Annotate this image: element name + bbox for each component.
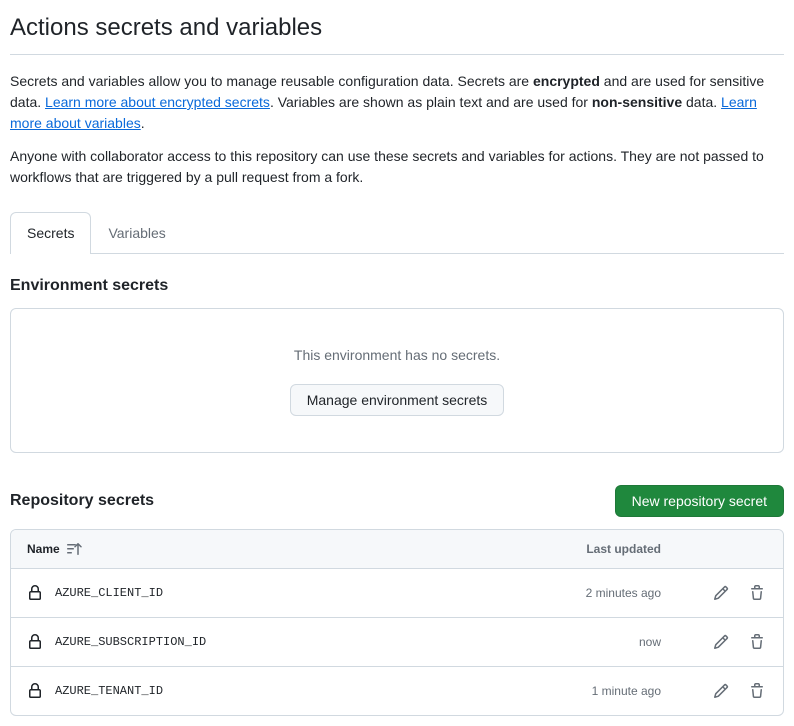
trash-icon xyxy=(749,634,765,650)
page-title: Actions secrets and variables xyxy=(10,10,784,55)
delete-button[interactable] xyxy=(747,632,767,652)
edit-button[interactable] xyxy=(711,632,731,652)
desc-paragraph-2: Anyone with collaborator access to this … xyxy=(10,146,784,188)
delete-button[interactable] xyxy=(747,583,767,603)
environment-empty-text: This environment has no secrets. xyxy=(27,345,767,366)
lock-icon xyxy=(27,634,43,650)
environment-secrets-heading: Environment secrets xyxy=(10,274,784,298)
pencil-icon xyxy=(713,634,729,650)
manage-environment-secrets-button[interactable]: Manage environment secrets xyxy=(290,384,505,416)
edit-button[interactable] xyxy=(711,681,731,701)
column-header-updated: Last updated xyxy=(507,540,677,558)
repository-secrets-heading: Repository secrets xyxy=(10,489,154,513)
column-header-name[interactable]: Name xyxy=(27,540,507,558)
environment-panel: This environment has no secrets. Manage … xyxy=(10,308,784,453)
sort-icon xyxy=(66,541,82,557)
pencil-icon xyxy=(713,683,729,699)
lock-icon xyxy=(27,585,43,601)
desc-text: . Variables are shown as plain text and … xyxy=(270,94,592,110)
secret-name: AZURE_TENANT_ID xyxy=(55,682,163,700)
lock-icon xyxy=(27,683,43,699)
desc-text: Secrets and variables allow you to manag… xyxy=(10,73,533,89)
secret-name: AZURE_SUBSCRIPTION_ID xyxy=(55,633,206,651)
tabs-container: Secrets Variables xyxy=(10,212,784,254)
secret-updated: 1 minute ago xyxy=(507,682,677,700)
desc-text: data. xyxy=(682,94,721,110)
secret-updated: now xyxy=(507,633,677,651)
table-row: AZURE_TENANT_ID 1 minute ago xyxy=(11,667,783,715)
column-header-actions xyxy=(677,540,767,558)
table-header: Name Last updated xyxy=(11,530,783,569)
table-row: AZURE_CLIENT_ID 2 minutes ago xyxy=(11,569,783,618)
desc-text: . xyxy=(141,115,145,131)
new-repository-secret-button[interactable]: New repository secret xyxy=(615,485,784,517)
description: Secrets and variables allow you to manag… xyxy=(10,71,784,188)
learn-secrets-link[interactable]: Learn more about encrypted secrets xyxy=(45,94,270,110)
table-row: AZURE_SUBSCRIPTION_ID now xyxy=(11,618,783,667)
delete-button[interactable] xyxy=(747,681,767,701)
desc-bold-nonsensitive: non-sensitive xyxy=(592,94,682,110)
secret-name: AZURE_CLIENT_ID xyxy=(55,584,163,602)
column-name-label: Name xyxy=(27,540,60,558)
pencil-icon xyxy=(713,585,729,601)
trash-icon xyxy=(749,683,765,699)
trash-icon xyxy=(749,585,765,601)
secrets-table: Name Last updated AZURE_CLIENT_ID 2 minu… xyxy=(10,529,784,716)
desc-bold-encrypted: encrypted xyxy=(533,73,600,89)
edit-button[interactable] xyxy=(711,583,731,603)
tab-secrets[interactable]: Secrets xyxy=(10,212,91,254)
secret-updated: 2 minutes ago xyxy=(507,584,677,602)
tab-variables[interactable]: Variables xyxy=(91,212,182,254)
